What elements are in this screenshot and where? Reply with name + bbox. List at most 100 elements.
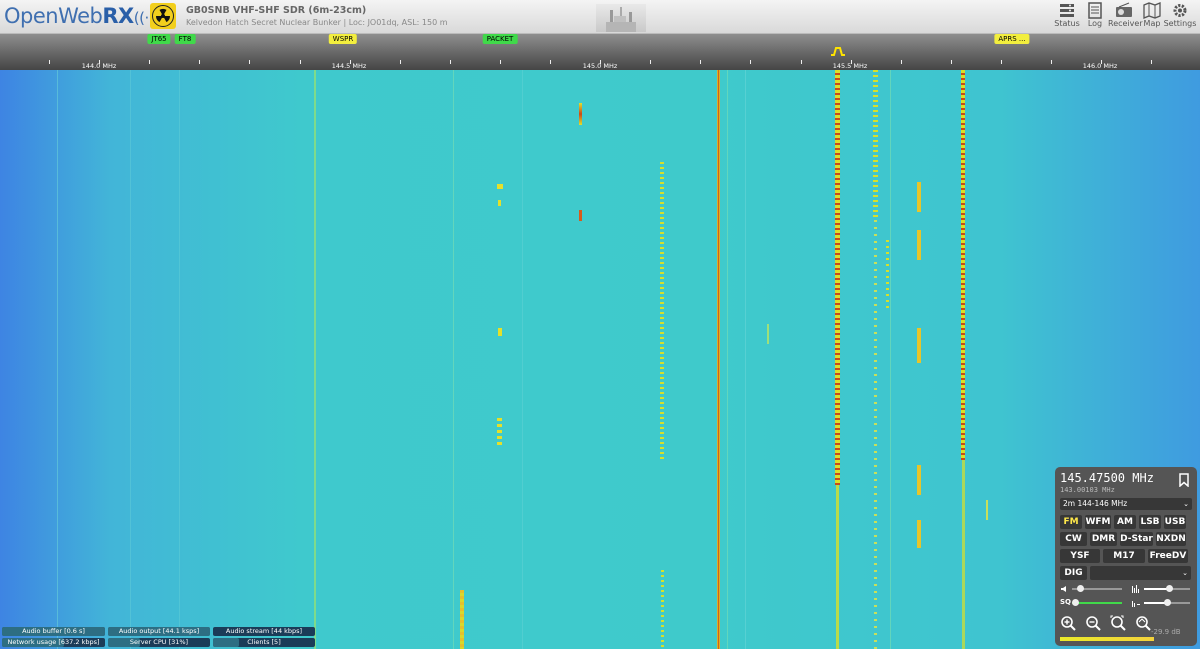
mode-dig-button[interactable]: DIG [1060,566,1087,580]
waterfall-trace [179,70,180,649]
nav-settings[interactable]: Settings [1163,2,1197,32]
mode-usb-button[interactable]: USB [1164,515,1186,529]
status-icon [1060,4,1074,17]
bookmark-aprs[interactable]: APRS ... [994,34,1030,44]
profile-select[interactable]: 2m 144-146 MHz ⌄ [1060,498,1192,510]
mode-dmr-button[interactable]: DMR [1090,532,1117,546]
noise-reduction-slider[interactable] [1144,584,1190,594]
nav-map[interactable]: Map [1141,2,1163,32]
scale-tick [300,60,301,64]
nav-log-label: Log [1087,19,1103,28]
squelch-slider[interactable] [1072,598,1122,608]
header-bar: OpenWebRX((· GB0SNB VHF-SHF SDR (6m-23cm… [0,0,1200,34]
scale-tick [249,60,250,64]
frequency-display[interactable]: 145.47500 MHz [1060,471,1192,485]
waterfall-carrier [962,460,965,649]
waterfall-carrier [961,70,965,460]
radiation-hazard-icon [150,3,176,29]
scale-tick [1151,60,1152,64]
waterfall-trace [314,70,316,649]
waterfall-burst [497,184,503,189]
settings-icon [1173,4,1187,17]
squelch-slider-knob[interactable] [1072,599,1079,606]
openwebrx-logo[interactable]: OpenWebRX((· [4,4,149,28]
mode-freedv-button[interactable]: FreeDV [1148,549,1188,563]
scale-tick [650,60,651,64]
waterfall-trace [130,70,131,649]
tuning-marker-icon[interactable] [830,46,846,56]
mode-nxdn-button[interactable]: NXDN [1156,532,1186,546]
zoom-to-full-icon[interactable] [1110,615,1126,631]
zoom-to-signal-icon[interactable] [1135,615,1151,631]
frequency-scale[interactable]: JT65 FT8 WSPR PACKET APRS ... 144.0 MHz … [0,34,1200,70]
mode-fm-button[interactable]: FM [1060,515,1082,529]
bookmark-packet[interactable]: PACKET [482,34,518,44]
clients-status: Clients [5] [213,638,315,647]
scale-tick [801,60,802,64]
receiver-photo[interactable] [596,4,646,32]
noise-blanker-slider-knob[interactable] [1164,599,1171,606]
volume-slider-knob[interactable] [1077,585,1084,592]
radio-waves-icon: ((· [133,9,149,27]
scale-tick [550,60,551,64]
mode-lsb-button[interactable]: LSB [1139,515,1161,529]
waterfall-burst [460,590,464,649]
scale-tick [450,60,451,64]
mode-am-button[interactable]: AM [1114,515,1136,529]
zoom-in-icon[interactable] [1060,615,1076,631]
waterfall-burst [917,230,921,260]
waterfall-display[interactable] [0,70,1200,649]
scale-tick [700,60,701,64]
chevron-down-icon: ⌄ [1182,569,1188,577]
waterfall-carrier [835,70,840,485]
mode-m17-button[interactable]: M17 [1103,549,1145,563]
offset-frequency: 143.00103 MHz [1060,486,1115,494]
mode-cw-button[interactable]: CW [1060,532,1087,546]
waterfall-carrier [836,485,839,649]
audio-stream-label: Audio stream [44 kbps] [225,627,303,635]
bookmark-jt65[interactable]: JT65 [147,34,171,44]
waterfall-burst [873,70,878,220]
network-usage-status: Network usage [637.2 kbps] [2,638,105,647]
audio-stream-status: Audio stream [44 kbps] [213,627,315,636]
waterfall-burst [497,418,502,448]
volume-slider[interactable] [1072,584,1122,594]
bookmark-wspr[interactable]: WSPR [328,34,358,44]
smeter-bar [1060,637,1154,641]
noise-blanker-icon [1132,601,1140,607]
zoom-out-icon[interactable] [1085,615,1101,631]
slider-group: SQ [1060,584,1192,612]
scale-label-146-0: 146.0 MHz [1082,62,1118,70]
scale-tick [1051,60,1052,64]
nav-receiver-label: Receiver [1108,19,1143,28]
audio-buffer-label: Audio buffer [0.6 s] [22,627,85,635]
smeter-value: -29.9 dB [1151,628,1181,636]
mode-ysf-button[interactable]: YSF [1060,549,1100,563]
waterfall-trace [890,70,891,649]
nav-status[interactable]: Status [1053,2,1081,32]
server-cpu-status: Server CPU [31%] [108,638,210,647]
noise-reduction-slider-knob[interactable] [1166,585,1173,592]
bookmark-ft8[interactable]: FT8 [174,34,196,44]
audio-output-status: Audio output [44.1 ksps] [108,627,210,636]
nav-status-label: Status [1054,19,1080,28]
waterfall-burst [498,200,501,206]
receiver-panel: 145.47500 MHz 143.00103 MHz 2m 144-146 M… [1055,467,1197,646]
logo-text: OpenWeb [4,4,103,28]
mode-wfm-button[interactable]: WFM [1085,515,1111,529]
clients-label: Clients [5] [247,638,281,646]
scale-tick [750,60,751,64]
mode-dstar-button[interactable]: D-Star [1120,532,1153,546]
scale-label-144-5: 144.5 MHz [331,62,367,70]
network-usage-label: Network usage [637.2 kbps] [7,638,100,646]
waterfall-burst [917,465,921,495]
bookmark-icon[interactable] [1177,473,1191,487]
log-icon [1088,2,1102,19]
waterfall-trace [522,70,523,649]
server-cpu-label: Server CPU [31%] [129,638,189,646]
digital-mode-select[interactable]: ⌄ [1090,566,1191,580]
nav-receiver[interactable]: Receiver [1108,2,1143,32]
noise-blanker-slider[interactable] [1144,598,1190,608]
nav-log[interactable]: Log [1083,2,1107,32]
scale-tick [901,60,902,64]
